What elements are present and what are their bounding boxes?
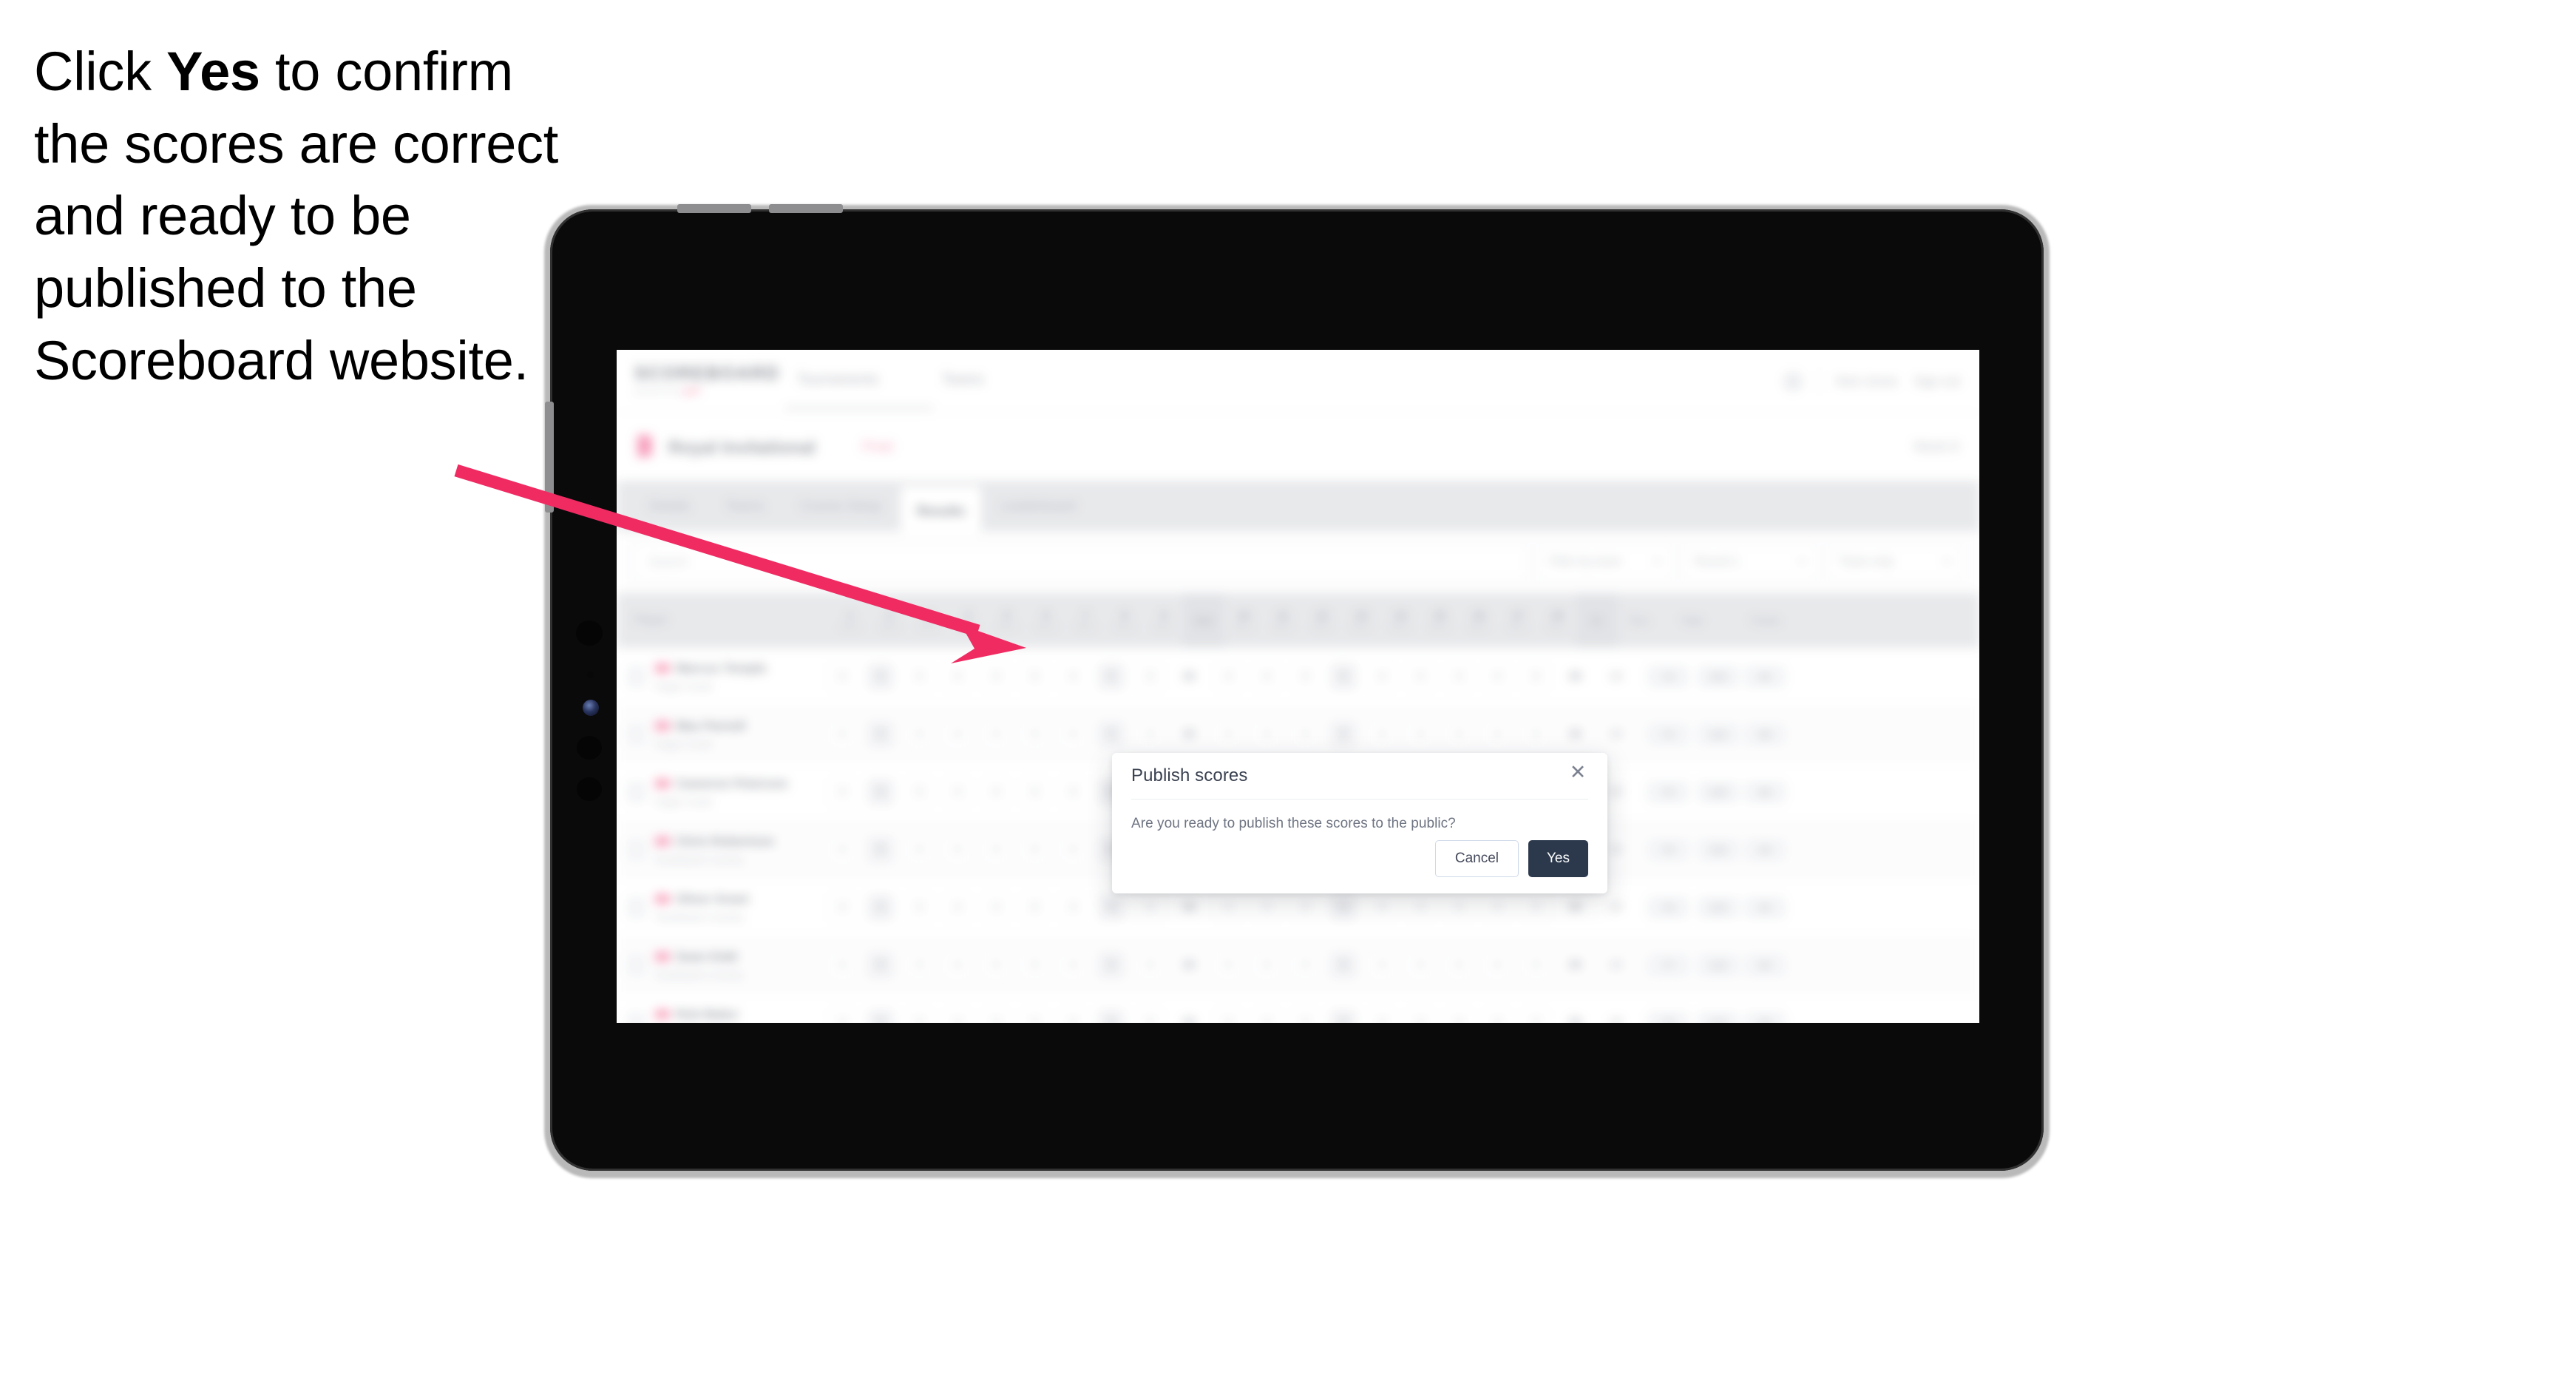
camera-lens-icon — [583, 700, 599, 716]
power-button[interactable] — [545, 402, 554, 513]
tablet-device: SCOREBOARD powered by golf Tournaments T… — [544, 204, 2050, 1178]
cancel-button[interactable]: Cancel — [1434, 840, 1519, 877]
dialog-header: Publish scores ✕ — [1131, 753, 1588, 800]
speaker-port-icon — [577, 777, 602, 801]
speaker-port-icon — [577, 736, 602, 760]
caption-text-pre: Click — [34, 41, 167, 102]
volume-down-button[interactable] — [769, 204, 843, 213]
ambient-light-sensor-icon — [587, 672, 594, 678]
modal-scrim[interactable] — [617, 350, 1979, 1023]
dialog-actions: Cancel Yes — [1434, 840, 1588, 877]
volume-up-button[interactable] — [677, 204, 751, 213]
instruction-caption: Click Yes to confirm the scores are corr… — [34, 36, 581, 396]
device-screen: SCOREBOARD powered by golf Tournaments T… — [617, 350, 1979, 1023]
publish-scores-dialog: Publish scores ✕ Are you ready to publis… — [1112, 753, 1607, 893]
close-icon[interactable]: ✕ — [1567, 762, 1588, 782]
device-body: SCOREBOARD powered by golf Tournaments T… — [550, 209, 2044, 1171]
dialog-message: Are you ready to publish these scores to… — [1131, 816, 1456, 831]
caption-text-bold: Yes — [166, 41, 260, 102]
dialog-title: Publish scores — [1131, 765, 1248, 785]
front-camera-icon — [576, 621, 603, 646]
yes-button[interactable]: Yes — [1528, 840, 1588, 877]
